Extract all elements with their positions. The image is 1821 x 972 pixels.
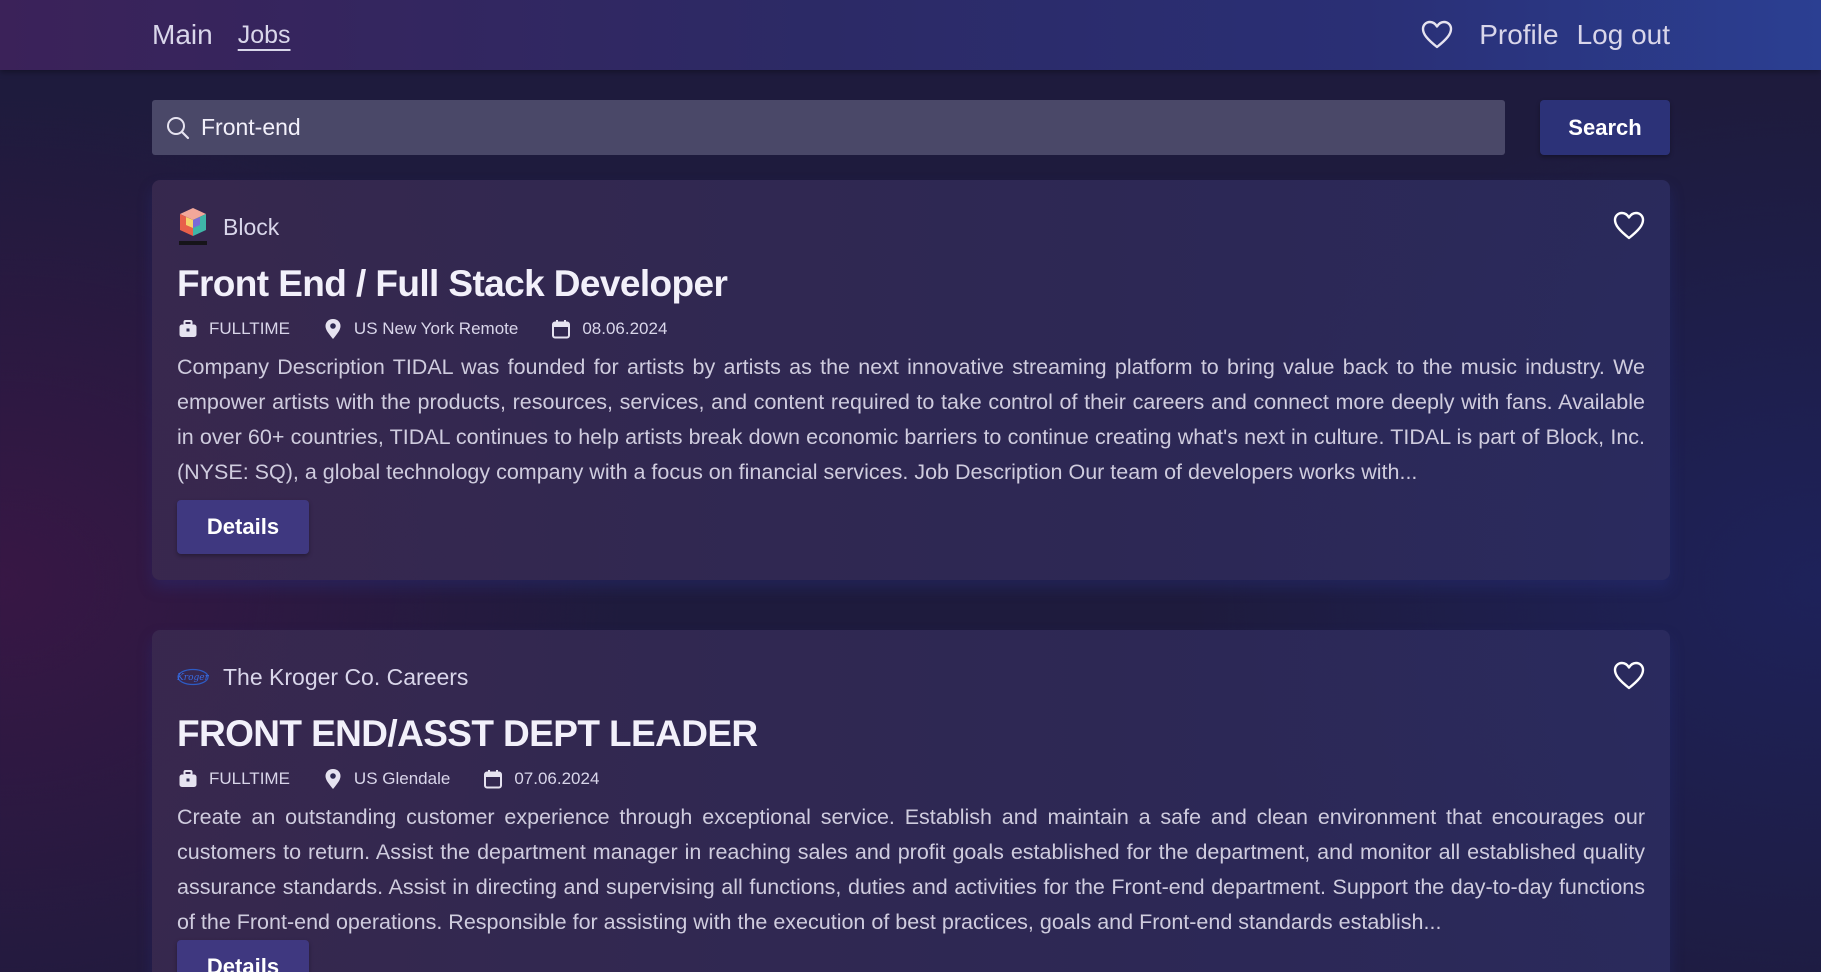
details-button[interactable]: Details — [177, 940, 309, 972]
job-date: 07.06.2024 — [482, 768, 599, 790]
employment-type-label: FULLTIME — [209, 769, 290, 788]
search-box — [152, 100, 1505, 155]
nav-link-jobs[interactable]: Jobs — [238, 21, 291, 50]
job-location: US New York Remote — [322, 318, 518, 340]
employment-type-label: FULLTIME — [209, 319, 290, 338]
search-icon — [165, 115, 191, 141]
company-row: Block — [177, 206, 279, 248]
nav-link-logout[interactable]: Log out — [1577, 19, 1670, 51]
job-title: Front End / Full Stack Developer — [177, 263, 728, 304]
favorite-heart-icon[interactable] — [1613, 660, 1645, 692]
favorites-heart-icon[interactable] — [1421, 20, 1453, 50]
favorite-heart-icon[interactable] — [1613, 210, 1645, 242]
location-label: US New York Remote — [353, 319, 519, 338]
company-name: The Kroger Co. Careers — [223, 663, 469, 690]
top-navbar: Main Jobs Profile Log out — [0, 0, 1821, 70]
nav-left-group: Main Jobs — [152, 0, 291, 70]
calendar-icon — [550, 318, 572, 340]
details-button[interactable]: Details — [177, 500, 309, 554]
job-description: Company Description TIDAL was founded fo… — [177, 355, 1645, 484]
location-pin-icon — [322, 318, 344, 340]
job-location: US Glendale — [322, 768, 450, 790]
job-title: FRONT END/ASST DEPT LEADER — [177, 713, 758, 754]
job-card: Block Front End / Full Stack Developer F… — [152, 180, 1670, 580]
calendar-icon — [482, 768, 504, 790]
nav-link-main[interactable]: Main — [152, 19, 213, 51]
briefcase-icon — [177, 318, 199, 340]
job-meta: FULLTIME US New York Remote 08.06.2024 — [177, 315, 699, 343]
job-date: 08.06.2024 — [550, 318, 667, 340]
job-meta: FULLTIME US Glendale 07.06.2024 — [177, 765, 631, 793]
company-name: Block — [223, 213, 280, 240]
company-row: Kroger The Kroger Co. Careers — [177, 656, 468, 698]
location-label: US Glendale — [353, 769, 451, 788]
nav-link-profile[interactable]: Profile — [1479, 19, 1558, 51]
search-button[interactable]: Search — [1540, 100, 1670, 155]
employment-type: FULLTIME — [177, 318, 290, 340]
job-card: Kroger The Kroger Co. Careers FRONT END/… — [152, 630, 1670, 972]
employment-type: FULLTIME — [177, 768, 290, 790]
search-input[interactable] — [201, 100, 1505, 155]
briefcase-icon — [177, 768, 199, 790]
kroger-logo: Kroger — [177, 656, 209, 698]
date-label: 07.06.2024 — [514, 769, 600, 788]
date-label: 08.06.2024 — [582, 319, 668, 338]
location-pin-icon — [322, 768, 344, 790]
block-logo — [177, 206, 209, 248]
svg-text:Kroger: Kroger — [177, 673, 209, 683]
nav-right-group: Profile Log out — [1421, 0, 1670, 70]
job-description: Create an outstanding customer experienc… — [177, 805, 1645, 934]
